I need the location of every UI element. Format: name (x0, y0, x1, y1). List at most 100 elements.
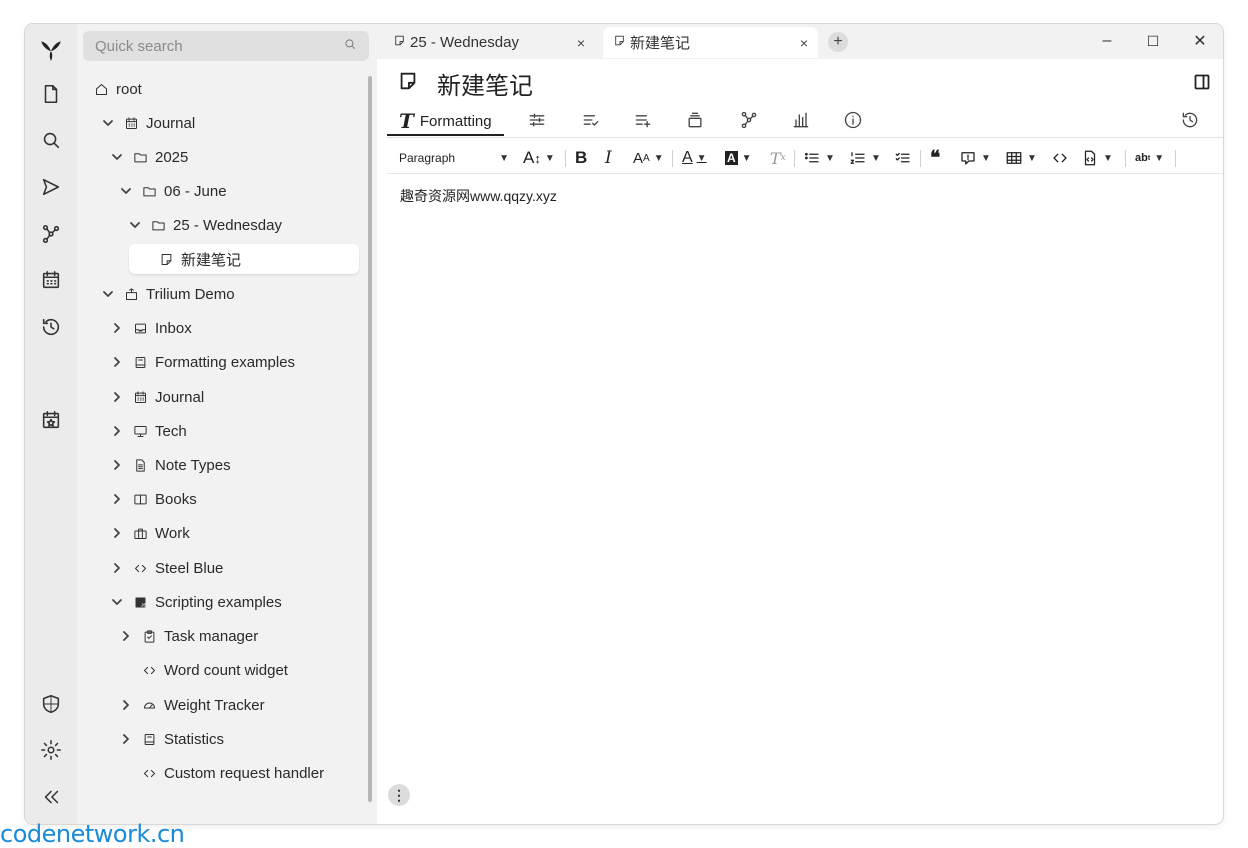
chevron-right-icon[interactable] (110, 355, 124, 369)
tree-item-custom-request-handler[interactable]: Custom request handler (141, 758, 324, 788)
tree-item-formatting-examples[interactable]: Formatting examples (110, 347, 295, 377)
quick-search-input[interactable]: Quick search (83, 31, 369, 61)
chevron-down-icon[interactable] (101, 287, 115, 301)
today-note-icon[interactable] (25, 402, 77, 438)
tab-note-properties[interactable] (527, 108, 547, 136)
tree-settings-menu-button[interactable]: ⋮ (388, 784, 410, 806)
tree-item-scripting-examples[interactable]: JS Scripting examples (110, 587, 282, 617)
tree-item-statistics[interactable]: Statistics (119, 724, 224, 754)
todo-list-button[interactable] (894, 146, 912, 170)
collapse-sidebar-icon[interactable] (25, 779, 77, 815)
chevron-right-icon[interactable] (110, 561, 124, 575)
inline-code-button[interactable] (1051, 146, 1069, 170)
tree-item-root[interactable]: root (93, 74, 142, 104)
list-plus-icon (633, 110, 653, 135)
special-characters-button[interactable]: ab t ▼ (1135, 146, 1164, 170)
tab-book-properties[interactable] (685, 108, 705, 136)
maximize-icon[interactable]: ☐ (1141, 30, 1165, 52)
chevron-right-icon[interactable] (110, 390, 124, 404)
chevron-right-icon[interactable] (110, 526, 124, 540)
italic-button[interactable]: I (605, 146, 612, 170)
insert-table-button[interactable]: ▼ (1005, 146, 1037, 170)
recent-changes-icon[interactable] (25, 309, 77, 345)
tree-item-wednesday[interactable]: 25 - Wednesday (128, 210, 282, 240)
chevron-right-icon[interactable] (110, 458, 124, 472)
background-color-button[interactable]: A ▼ (725, 146, 752, 170)
chevron-down-icon[interactable] (119, 184, 133, 198)
tree-item-steel-blue[interactable]: Steel Blue (110, 553, 223, 583)
book-icon (132, 354, 148, 370)
search-icon[interactable] (25, 122, 77, 158)
chevron-down-icon[interactable] (110, 595, 124, 609)
tree-item-weight-tracker[interactable]: Weight Tracker (119, 690, 265, 720)
more-toolbar-items-icon[interactable]: ⋮ (1221, 146, 1223, 170)
tab-wednesday[interactable]: 25 - Wednesday × (383, 27, 595, 58)
chevron-right-icon[interactable] (110, 424, 124, 438)
tab-similar-notes[interactable] (581, 108, 601, 136)
numbered-list-button[interactable]: ▼ (849, 146, 881, 170)
protected-session-icon[interactable] (25, 686, 77, 722)
note-icon[interactable] (397, 70, 419, 97)
tree-item-word-count-widget[interactable]: Word count widget (141, 655, 288, 685)
block-quote-button[interactable]: ❝ (930, 146, 940, 170)
tree-item-label: 新建笔记 (181, 251, 242, 269)
tree-item-june[interactable]: 06 - June (119, 176, 227, 206)
tree-item-task-manager[interactable]: Task manager (119, 621, 258, 651)
close-icon[interactable]: × (577, 35, 585, 51)
tree-item-new-note[interactable]: 新建笔记 (129, 244, 359, 274)
close-window-icon[interactable]: ✕ (1188, 30, 1212, 52)
new-tab-button[interactable]: + (828, 32, 848, 52)
trilium-logo-icon[interactable] (25, 32, 77, 68)
tab-note-info-stats[interactable] (791, 108, 811, 136)
close-icon[interactable]: × (800, 35, 808, 51)
font-size-button[interactable]: A ↕ ▼ (523, 146, 555, 170)
note-content-editor[interactable]: 趣奇资源网www.qqzy.xyz (400, 186, 557, 206)
launcher-bar (25, 24, 77, 824)
tree-item-books[interactable]: Books (110, 484, 197, 514)
chevron-right-icon[interactable] (119, 629, 133, 643)
tab-add-attributes[interactable] (633, 108, 653, 136)
toggle-right-pane-icon[interactable] (1194, 74, 1210, 95)
tree-scrollbar[interactable] (368, 76, 372, 802)
note-title[interactable]: 新建笔记 (437, 66, 533, 101)
chevron-right-icon[interactable] (119, 698, 133, 712)
tab-new-note[interactable]: 新建笔记 × (603, 27, 818, 58)
tab-formatting[interactable]: T Formatting (387, 108, 504, 136)
more-actions-icon[interactable]: ⋮ (1217, 108, 1223, 136)
new-note-icon[interactable] (25, 76, 77, 112)
bold-button[interactable]: B (575, 146, 587, 170)
tree-item-journal[interactable]: Journal (101, 108, 195, 138)
tree-item-trilium-demo[interactable]: Trilium Demo (101, 279, 235, 309)
note-revisions-icon[interactable] (1180, 108, 1200, 136)
tree-item-demo-journal[interactable]: Journal (110, 382, 204, 412)
calendar-icon[interactable] (25, 262, 77, 298)
toolbar-divider (565, 150, 566, 167)
text-case-button[interactable]: A A ▼ (633, 146, 664, 170)
tree-item-2025[interactable]: 2025 (110, 142, 188, 172)
minimize-icon[interactable]: – (1095, 30, 1119, 52)
jump-to-note-icon[interactable] (25, 169, 77, 205)
note-map-icon (739, 110, 759, 135)
admonition-button[interactable]: ▼ (959, 146, 991, 170)
tree-item-work[interactable]: Work (110, 518, 190, 548)
chevron-down-icon[interactable] (110, 150, 124, 164)
note-map-icon[interactable] (25, 216, 77, 252)
remove-format-button[interactable]: Tx (770, 146, 786, 170)
chevron-right-icon[interactable] (110, 492, 124, 506)
font-color-button[interactable]: A ▼ (682, 146, 707, 170)
chevron-right-icon[interactable] (119, 732, 133, 746)
search-icon (343, 37, 357, 56)
tab-note-map[interactable] (739, 108, 759, 136)
tree-item-tech[interactable]: Tech (110, 416, 187, 446)
chevron-down-icon[interactable] (128, 218, 142, 232)
bulleted-list-button[interactable]: ▼ (803, 146, 835, 170)
chevron-right-icon[interactable] (110, 321, 124, 335)
tab-note-info[interactable] (843, 108, 863, 136)
history-icon (1180, 110, 1200, 135)
tree-item-note-types[interactable]: Note Types (110, 450, 231, 480)
chevron-down-icon[interactable] (101, 116, 115, 130)
tree-item-inbox[interactable]: Inbox (110, 313, 192, 343)
paragraph-style-select[interactable]: Paragraph ▼ (399, 146, 509, 170)
settings-icon[interactable] (25, 732, 77, 768)
code-block-button[interactable]: ▼ (1081, 146, 1113, 170)
